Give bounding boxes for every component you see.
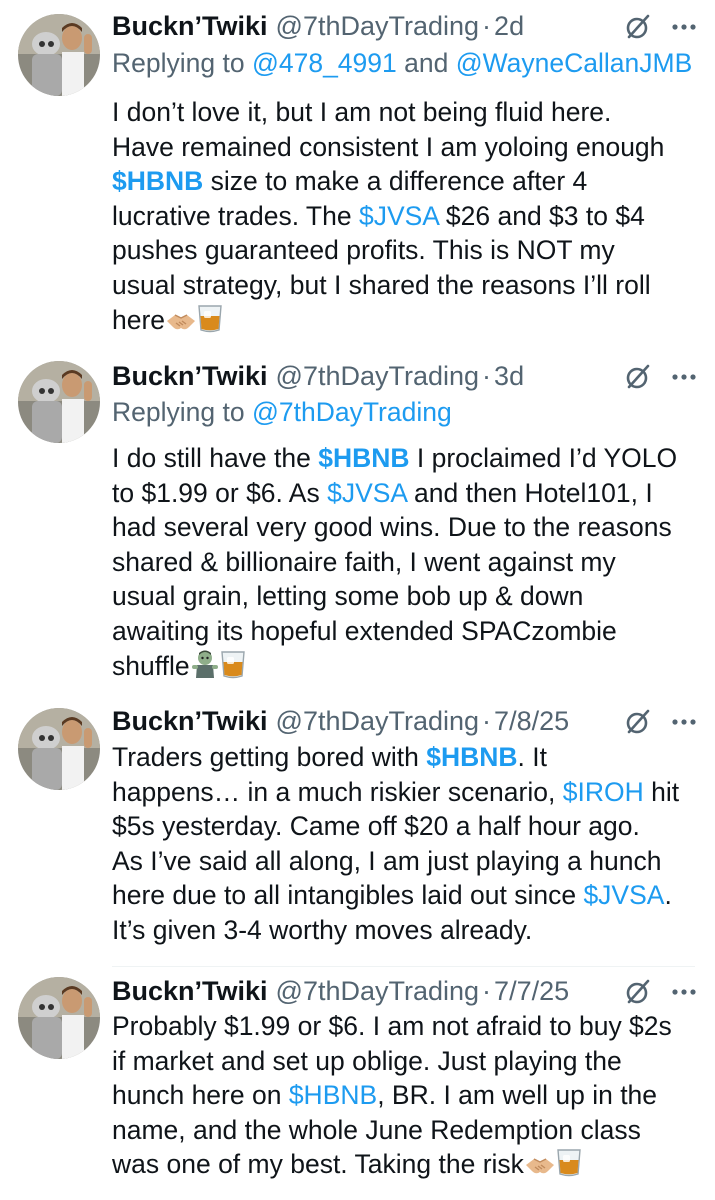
reply-context: Replying to @7thDayTrading [112,397,703,428]
reply-prefix: Replying to [112,397,252,427]
avatar[interactable] [18,361,100,443]
text-line: It’s given 3-4 worthy moves already. [112,914,533,945]
separator-dot: · [482,360,492,391]
text-line: if market and set up oblige. Just playin… [112,1045,622,1076]
text-line: name, and the whole June Redemption clas… [112,1114,641,1145]
zombie-emoji [190,649,220,688]
grok-slash-circle-icon[interactable] [621,360,655,394]
more-horizontal-icon[interactable] [667,975,701,1009]
cashtag-link[interactable]: $HBNB [289,1080,377,1110]
cashtag-link[interactable]: $IROH [563,777,644,807]
text-line: here due to all intangibles laid out sin… [112,880,672,911]
tweet-4[interactable]: Buckn’Twiki @7thDayTrading · 7/7/25 Prob… [0,965,715,1200]
text-line: usual grain, letting some bob up & down [112,581,584,612]
grok-slash-circle-icon[interactable] [621,975,655,1009]
text-line: $HBNB size to make a difference after 4 [112,166,588,197]
text-line: here [112,303,705,342]
tweet-header: Buckn’Twiki @7thDayTrading · 7/8/25 [112,703,703,739]
user-handle[interactable]: @7thDayTrading [276,361,480,392]
text-line: hunch here on $HBNB, BR. I am well up in… [112,1080,658,1111]
handshake-emoji [524,1151,556,1186]
separator-dot: · [482,975,492,1006]
text-line: was one of my best. Taking the risk [112,1147,705,1186]
tweet-text: I don’t love it, but I am not being flui… [112,95,705,341]
avatar[interactable] [18,14,100,96]
tumbler-glass-emoji [220,649,246,688]
tumbler-glass-emoji [556,1147,582,1186]
text-line: shared & billionaire faith, I went again… [112,546,616,577]
handshake-emoji [165,307,197,342]
avatar-image [18,14,100,96]
tumbler-glass-emoji [197,303,223,342]
avatar-image [18,361,100,443]
timestamp[interactable]: 3d [494,361,524,392]
tweet-header: Buckn’Twiki @7thDayTrading · 3d [112,358,703,394]
text-line: I don’t love it, but I am not being flui… [112,97,612,127]
text-line: shuffle [112,649,705,688]
tweet-1[interactable]: Buckn’Twiki @7thDayTrading · 2d Replying… [0,0,715,355]
cashtag-link[interactable]: $JVSA [583,880,664,910]
timestamp[interactable]: 2d [494,11,524,42]
cashtag-link[interactable]: $JVSA [359,201,439,231]
tweet-text: Probably $1.99 or $6. I am not afraid to… [112,1009,705,1186]
more-horizontal-icon[interactable] [667,705,701,739]
reply-context: Replying to @478_4991 and @WayneCallanJM… [112,48,703,79]
cashtag-link[interactable]: $JVSA [327,478,407,508]
display-name[interactable]: Buckn’Twiki [112,706,268,737]
display-name[interactable]: Buckn’Twiki [112,976,268,1007]
tweet-text: I do still have the $HBNB I proclaimed I… [112,441,705,687]
timestamp[interactable]: 7/8/25 [494,706,569,737]
text-line: happens… in a much riskier scenario, $IR… [112,776,680,807]
reply-prefix: Replying to [112,48,252,78]
text-line: Traders getting bored with $HBNB. It [112,742,547,772]
cashtag-link[interactable]: $HBNB [112,166,203,196]
text-line: $5s yesterday. Came off $20 a half hour … [112,811,640,842]
avatar-image [18,708,100,790]
separator-dot: · [482,705,492,736]
text-line: usual strategy, but I shared the reasons… [112,269,651,300]
tweet-header: Buckn’Twiki @7thDayTrading · 2d [112,8,703,44]
text-line: I do still have the $HBNB I proclaimed I… [112,443,678,473]
mention-link[interactable]: @7thDayTrading [252,397,452,427]
text-line: Have remained consistent I am yoloing en… [112,131,665,162]
tweet-3[interactable]: Buckn’Twiki @7thDayTrading · 7/8/25 Trad… [0,700,715,967]
grok-slash-circle-icon[interactable] [621,10,655,44]
text-line: As I’ve said all along, I am just playin… [112,845,662,876]
text-line: had several very good wins. Due to the r… [112,512,672,543]
cashtag-link[interactable]: $HBNB [318,443,409,473]
more-horizontal-icon[interactable] [667,360,701,394]
avatar[interactable] [18,977,100,1059]
text-line: to $1.99 or $6. As $JVSA and then Hotel1… [112,477,653,508]
user-handle[interactable]: @7thDayTrading [276,976,480,1007]
reply-conj: and [396,48,456,78]
user-handle[interactable]: @7thDayTrading [276,706,480,737]
mention-link[interactable]: @478_4991 [252,48,397,78]
text-line: lucrative trades. The $JVSA $26 and $3 t… [112,200,645,231]
tweet-header: Buckn’Twiki @7thDayTrading · 7/7/25 [112,973,703,1009]
display-name[interactable]: Buckn’Twiki [112,361,268,392]
text-line: pushes guaranteed profits. This is NOT m… [112,235,615,266]
mention-link[interactable]: @WayneCallanJMB [456,48,693,78]
display-name[interactable]: Buckn’Twiki [112,11,268,42]
tweet-text: Traders getting bored with $HBNB. It hap… [112,740,705,948]
more-horizontal-icon[interactable] [667,10,701,44]
text-line: Probably $1.99 or $6. I am not afraid to… [112,1011,672,1041]
grok-slash-circle-icon[interactable] [621,705,655,739]
avatar-image [18,977,100,1059]
cashtag-link[interactable]: $HBNB [426,742,517,772]
text-line: awaiting its hopeful extended SPACzombie [112,615,617,646]
separator-dot: · [482,10,492,41]
avatar[interactable] [18,708,100,790]
user-handle[interactable]: @7thDayTrading [276,11,480,42]
tweet-2[interactable]: Buckn’Twiki @7thDayTrading · 3d Replying… [0,355,715,700]
timestamp[interactable]: 7/7/25 [494,976,569,1007]
